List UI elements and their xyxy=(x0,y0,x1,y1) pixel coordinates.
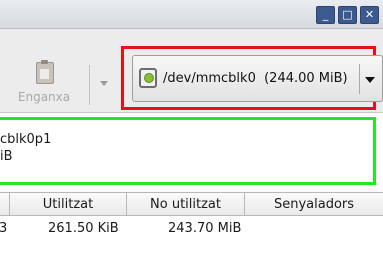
toolbar-overflow-arrow-icon[interactable] xyxy=(100,81,108,86)
maximize-icon: □ xyxy=(342,8,353,21)
paste-icon xyxy=(36,60,54,84)
partition-name: cblk0p1 xyxy=(0,132,52,147)
column-header-unused[interactable]: No utilitzat xyxy=(126,192,245,216)
combo-divider xyxy=(359,64,360,94)
paste-button[interactable]: Enganxa xyxy=(12,60,76,106)
toolbar-separator xyxy=(89,65,90,105)
partition-size: iB xyxy=(0,149,13,164)
column-header-flags[interactable]: Senyaladors xyxy=(244,192,383,216)
device-selector[interactable]: /dev/mmcblk0 (244.00 MiB) xyxy=(132,55,383,102)
partition-table: Utilitzat No utilitzat Senyaladors 3 261… xyxy=(0,192,383,275)
table-cell-unused: 243.70 MiB xyxy=(168,221,242,236)
table-cell-size: 3 xyxy=(0,221,8,236)
maximize-button[interactable]: □ xyxy=(338,6,357,24)
partition-block[interactable] xyxy=(0,117,376,185)
close-icon: ✕ xyxy=(364,8,375,21)
disk-icon xyxy=(139,68,157,88)
table-cell-used: 261.50 KiB xyxy=(48,221,119,236)
partition-graphic: cblk0p1 iB xyxy=(0,114,383,190)
window-titlebar: _ □ ✕ xyxy=(0,0,383,29)
minimize-icon: _ xyxy=(322,8,329,21)
close-button[interactable]: ✕ xyxy=(360,6,379,24)
chevron-down-icon[interactable] xyxy=(365,77,375,83)
minimize-button[interactable]: _ xyxy=(316,6,335,24)
column-header-used[interactable]: Utilitzat xyxy=(9,192,127,216)
paste-button-label: Enganxa xyxy=(17,90,71,104)
device-selector-value: /dev/mmcblk0 (244.00 MiB) xyxy=(163,71,348,86)
